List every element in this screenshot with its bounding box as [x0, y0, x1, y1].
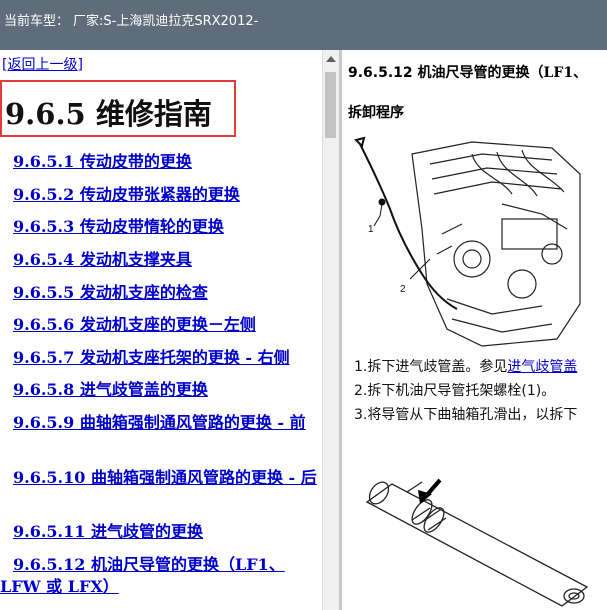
toc-link-9-6-5-3[interactable]: 9.6.5.3 传动皮带惰轮的更换: [13, 216, 224, 238]
toc-pane: [返回上一级] 9.6.5 维修指南 9.6.5.1 传动皮带的更换 9.6.5…: [0, 50, 322, 610]
toc-link-9-6-5-11[interactable]: 9.6.5.11 进气歧管的更换: [13, 521, 203, 543]
toc-link-9-6-5-6[interactable]: 9.6.5.6 发动机支座的更换－左侧: [13, 314, 256, 336]
step-2-callout: (1)。: [521, 383, 556, 399]
section-title-box: 9.6.5 维修指南: [0, 80, 236, 137]
toc-link-9-6-5-4[interactable]: 9.6.5.4 发动机支撑夹具: [13, 249, 192, 271]
scroll-thumb[interactable]: [325, 72, 336, 138]
callout-1: 1: [368, 224, 374, 235]
step-1: 1.拆下进气歧管盖。参见进气歧管盖: [354, 356, 577, 376]
removal-heading: 拆卸程序: [348, 105, 404, 121]
step-3: 3.将导管从下曲轴箱孔滑出，以拆下: [354, 404, 577, 424]
toc-link-9-6-5-2[interactable]: 9.6.5.2 传动皮带张紧器的更换: [13, 184, 240, 206]
toc-scrollbar[interactable]: [322, 50, 339, 610]
step-3-text: 3.将导管从下曲轴箱孔滑出，以拆下: [354, 407, 578, 423]
procedure-number: 9.6.5.12: [348, 65, 413, 81]
toc-link-9-6-5-10[interactable]: 9.6.5.10 曲轴箱强制通风管路的更换 - 后: [0, 467, 318, 489]
model-header-bar: 当前车型： 厂家:S-上海凯迪拉克SRX2012-: [0, 0, 607, 50]
callout-2: 2: [400, 284, 406, 295]
procedure-name: 机油尺导管的更换（LF1、: [417, 65, 588, 81]
step-1-text: 1.拆下进气歧管盖。参见: [354, 359, 508, 375]
toc-link-9-6-5-9[interactable]: 9.6.5.9 曲轴箱强制通风管路的更换 - 前: [0, 412, 318, 434]
toc-link-9-6-5-1[interactable]: 9.6.5.1 传动皮带的更换: [13, 151, 192, 173]
back-link[interactable]: [返回上一级]: [2, 54, 83, 74]
current-model-label: 当前车型：: [4, 14, 70, 29]
current-model-value: 厂家:S-上海凯迪拉克SRX2012-: [73, 14, 259, 29]
toc-link-9-6-5-12[interactable]: 9.6.5.12 机油尺导管的更换（LF1、LFW 或 LFX）: [0, 554, 305, 598]
toc-link-9-6-5-8[interactable]: 9.6.5.8 进气歧管盖的更换: [13, 379, 208, 401]
procedure-title: 9.6.5.12 机油尺导管的更换（LF1、: [348, 62, 587, 82]
scroll-up-arrow-icon[interactable]: [326, 56, 336, 62]
toc-link-9-6-5-7[interactable]: 9.6.5.7 发动机支座托架的更换 - 右侧: [13, 347, 290, 369]
section-title: 9.6.5 维修指南: [5, 97, 212, 131]
intake-manifold-cover-link[interactable]: 进气歧管盖: [507, 359, 577, 375]
step-2-text: 2.拆下机油尺导管托架螺栓: [354, 383, 522, 399]
engine-dipstick-tube-illustration: 1 2: [354, 136, 581, 347]
step-2: 2.拆下机油尺导管托架螺栓(1)。: [354, 380, 555, 400]
dipstick-tube-seal-illustration: [365, 478, 589, 607]
toc-link-9-6-5-5[interactable]: 9.6.5.5 发动机支座的检查: [13, 282, 208, 304]
content-pane: 9.6.5.12 机油尺导管的更换（LF1、 拆卸程序 1 2 1.拆下进气歧管: [342, 50, 607, 610]
